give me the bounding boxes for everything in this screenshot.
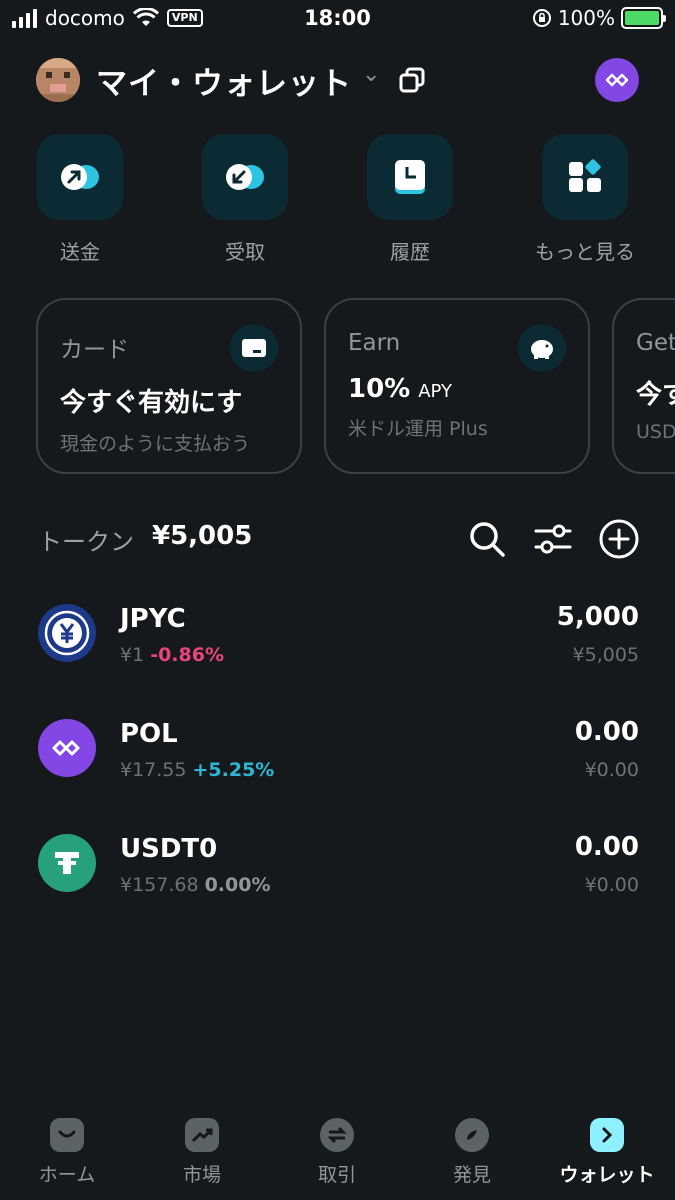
token-name: JPYC — [120, 604, 186, 634]
get-sub: USD — [636, 421, 675, 443]
discover-icon — [455, 1118, 489, 1152]
token-sub: ¥17.55 +5.25% — [120, 759, 274, 781]
token-name: POL — [120, 719, 178, 749]
token-sub: ¥1 -0.86% — [120, 644, 224, 666]
get-main: 今す — [636, 380, 675, 410]
search-icon[interactable] — [466, 518, 508, 560]
get-promo[interactable]: Get 今す USD — [612, 298, 675, 474]
nav-trade-label: 取引 — [317, 1164, 356, 1186]
nav-market[interactable]: 市場 — [137, 1118, 267, 1187]
receive-arrow-icon[interactable] — [202, 134, 288, 220]
avatar[interactable] — [36, 58, 80, 102]
token-row-jpyc[interactable]: JPYC ¥1 -0.86% 5,000 ¥5,005 — [38, 602, 639, 674]
nav-home-label: ホーム — [38, 1164, 96, 1186]
history-label: 履歴 — [390, 240, 430, 264]
nav-discover[interactable]: 発見 — [407, 1118, 537, 1187]
token-value: ¥0.00 — [584, 759, 639, 781]
nav-market-label: 市場 — [182, 1164, 221, 1186]
card-sub: 現金のように支払おう — [60, 433, 251, 455]
earn-promo[interactable]: Earn 10% APY 米ドル運用 Plus — [324, 298, 590, 474]
token-amount: 0.00 — [574, 717, 639, 747]
token-price: ¥17.55 — [120, 759, 187, 781]
jpyc-logo-icon — [38, 604, 96, 662]
token-row-pol[interactable]: POL ¥17.55 +5.25% 0.00 ¥0.00 — [38, 717, 639, 789]
battery-percent: 100% — [557, 6, 615, 30]
battery-icon — [621, 7, 666, 29]
home-icon — [50, 1118, 84, 1152]
token-sub: ¥157.68 0.00% — [120, 874, 271, 896]
swap-icon — [320, 1118, 354, 1152]
usdt0-logo-icon — [38, 834, 96, 892]
tokens-label: トークン — [38, 528, 134, 556]
nav-wallet-label: ウォレット — [559, 1164, 655, 1186]
card-promo[interactable]: カード 今すぐ有効にす 現金のように支払おう — [36, 298, 302, 474]
card-icon — [230, 324, 278, 372]
nav-wallet[interactable]: ウォレット — [542, 1118, 672, 1187]
tokens-total: ¥5,005 — [152, 521, 253, 551]
nav-trade[interactable]: 取引 — [272, 1118, 402, 1187]
piggy-bank-icon — [518, 324, 566, 372]
add-token-icon[interactable] — [598, 518, 640, 560]
token-price: ¥1 — [120, 644, 145, 666]
token-value: ¥0.00 — [584, 874, 639, 896]
token-change: 0.00% — [204, 874, 271, 896]
pol-logo-icon — [38, 719, 96, 777]
nav-home[interactable]: ホーム — [2, 1118, 132, 1187]
send-label: 送金 — [60, 240, 100, 264]
filter-icon[interactable] — [532, 518, 574, 560]
status-bar: docomo VPN 18:00 100% — [0, 0, 675, 40]
more-label: もっと見る — [535, 240, 635, 264]
send-arrow-icon[interactable] — [37, 134, 123, 220]
tokens-header: トークン ¥5,005 — [38, 518, 639, 562]
token-amount: 5,000 — [556, 602, 639, 632]
history-icon[interactable] — [367, 134, 453, 220]
nav-discover-label: 発見 — [452, 1164, 491, 1186]
token-name: USDT0 — [120, 834, 218, 864]
wallet-name[interactable]: マイ・ウォレット — [96, 58, 352, 103]
token-price: ¥157.68 — [120, 874, 199, 896]
token-value: ¥5,005 — [572, 644, 639, 666]
receive-action[interactable]: 受取 — [180, 134, 310, 265]
card-main: 今すぐ有効にす — [60, 388, 243, 418]
quick-actions: 送金 受取 履歴 もっと見る — [0, 134, 675, 274]
market-chart-icon — [185, 1118, 219, 1152]
token-change: -0.86% — [150, 644, 224, 666]
receive-label: 受取 — [225, 240, 265, 264]
polygon-network-icon[interactable] — [595, 58, 639, 102]
more-grid-icon[interactable] — [542, 134, 628, 220]
token-row-usdt0[interactable]: USDT0 ¥157.68 0.00% 0.00 ¥0.00 — [38, 832, 639, 904]
earn-rate: 10% — [348, 374, 411, 404]
promo-cards: カード 今すぐ有効にす 現金のように支払おう Earn 10% APY 米ドル運用… — [0, 298, 675, 474]
wallet-icon — [590, 1118, 624, 1152]
copy-icon[interactable] — [398, 66, 426, 94]
more-action[interactable]: もっと見る — [520, 134, 650, 265]
chevron-down-icon[interactable]: ⌄ — [362, 62, 380, 87]
get-title: Get — [636, 330, 675, 356]
earn-sub: 米ドル運用 Plus — [348, 418, 488, 440]
orientation-lock-icon — [532, 9, 551, 27]
send-action[interactable]: 送金 — [15, 134, 145, 265]
wallet-header: マイ・ウォレット ⌄ — [36, 56, 639, 102]
earn-main: 10% APY — [348, 374, 566, 404]
earn-apy: APY — [418, 381, 453, 402]
token-amount: 0.00 — [574, 832, 639, 862]
bottom-nav: ホーム 市場 取引 発見 ウォレット — [0, 1108, 675, 1200]
token-change: +5.25% — [192, 759, 275, 781]
history-action[interactable]: 履歴 — [345, 134, 475, 265]
